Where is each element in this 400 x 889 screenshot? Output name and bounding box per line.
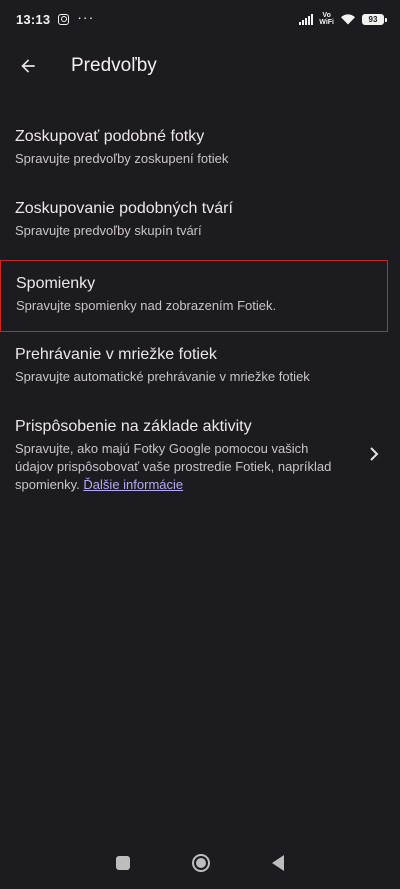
page-title: Predvoľby	[71, 55, 157, 76]
wifi-icon	[341, 14, 355, 25]
setting-grid-playback[interactable]: Prehrávanie v mriežke fotiek Spravujte a…	[0, 332, 400, 404]
setting-title: Prispôsobenie na základe aktivity	[15, 418, 252, 435]
vowifi-indicator: Vo WiFi	[319, 12, 334, 26]
setting-subtitle: Spravujte predvoľby skupín tvárí	[15, 223, 202, 238]
vowifi-line2: WiFi	[319, 19, 334, 26]
setting-group-similar-photos[interactable]: Zoskupovať podobné fotky Spravujte predv…	[0, 114, 400, 186]
setting-subtitle: Spravujte, ako majú Fotky Google pomocou…	[15, 440, 384, 494]
system-nav-bar	[0, 837, 400, 889]
more-notifications-icon: ···	[77, 9, 95, 25]
setting-title: Zoskupovanie podobných tvárí	[15, 200, 233, 217]
instagram-icon	[58, 13, 70, 25]
status-left: 13:13 ···	[16, 9, 95, 27]
status-right: Vo WiFi 93	[299, 12, 387, 26]
vowifi-line1: Vo	[322, 12, 331, 19]
home-button[interactable]	[192, 854, 210, 872]
status-bar: 13:13 ··· Vo WiFi 93	[0, 0, 400, 38]
battery-icon: 93	[362, 13, 387, 25]
setting-title: Spomienky	[16, 275, 96, 292]
setting-face-grouping[interactable]: Zoskupovanie podobných tvárí Spravujte p…	[0, 186, 400, 258]
setting-subtitle: Spravujte automatické prehrávanie v mrie…	[15, 369, 310, 384]
setting-title: Zoskupovať podobné fotky	[15, 128, 205, 145]
back-button[interactable]	[0, 38, 56, 94]
setting-subtitle: Spravujte predvoľby zoskupení fotiek	[15, 151, 229, 166]
recents-button[interactable]	[116, 856, 130, 870]
setting-memories[interactable]: Spomienky Spravujte spomienky nad zobraz…	[0, 260, 388, 332]
app-bar: Predvoľby	[0, 38, 400, 94]
setting-activity-personalization[interactable]: Prispôsobenie na základe aktivity Spravu…	[0, 404, 400, 504]
arrow-back-icon	[21, 59, 35, 73]
signal-icon	[299, 13, 314, 25]
system-back-button[interactable]	[272, 855, 284, 871]
status-time: 13:13	[16, 11, 51, 27]
setting-subtitle: Spravujte spomienky nad zobrazením Fotie…	[16, 298, 277, 313]
chevron-right-icon	[370, 447, 379, 461]
setting-title: Prehrávanie v mriežke fotiek	[15, 346, 217, 363]
learn-more-link[interactable]: Ďalšie informácie	[83, 477, 183, 492]
